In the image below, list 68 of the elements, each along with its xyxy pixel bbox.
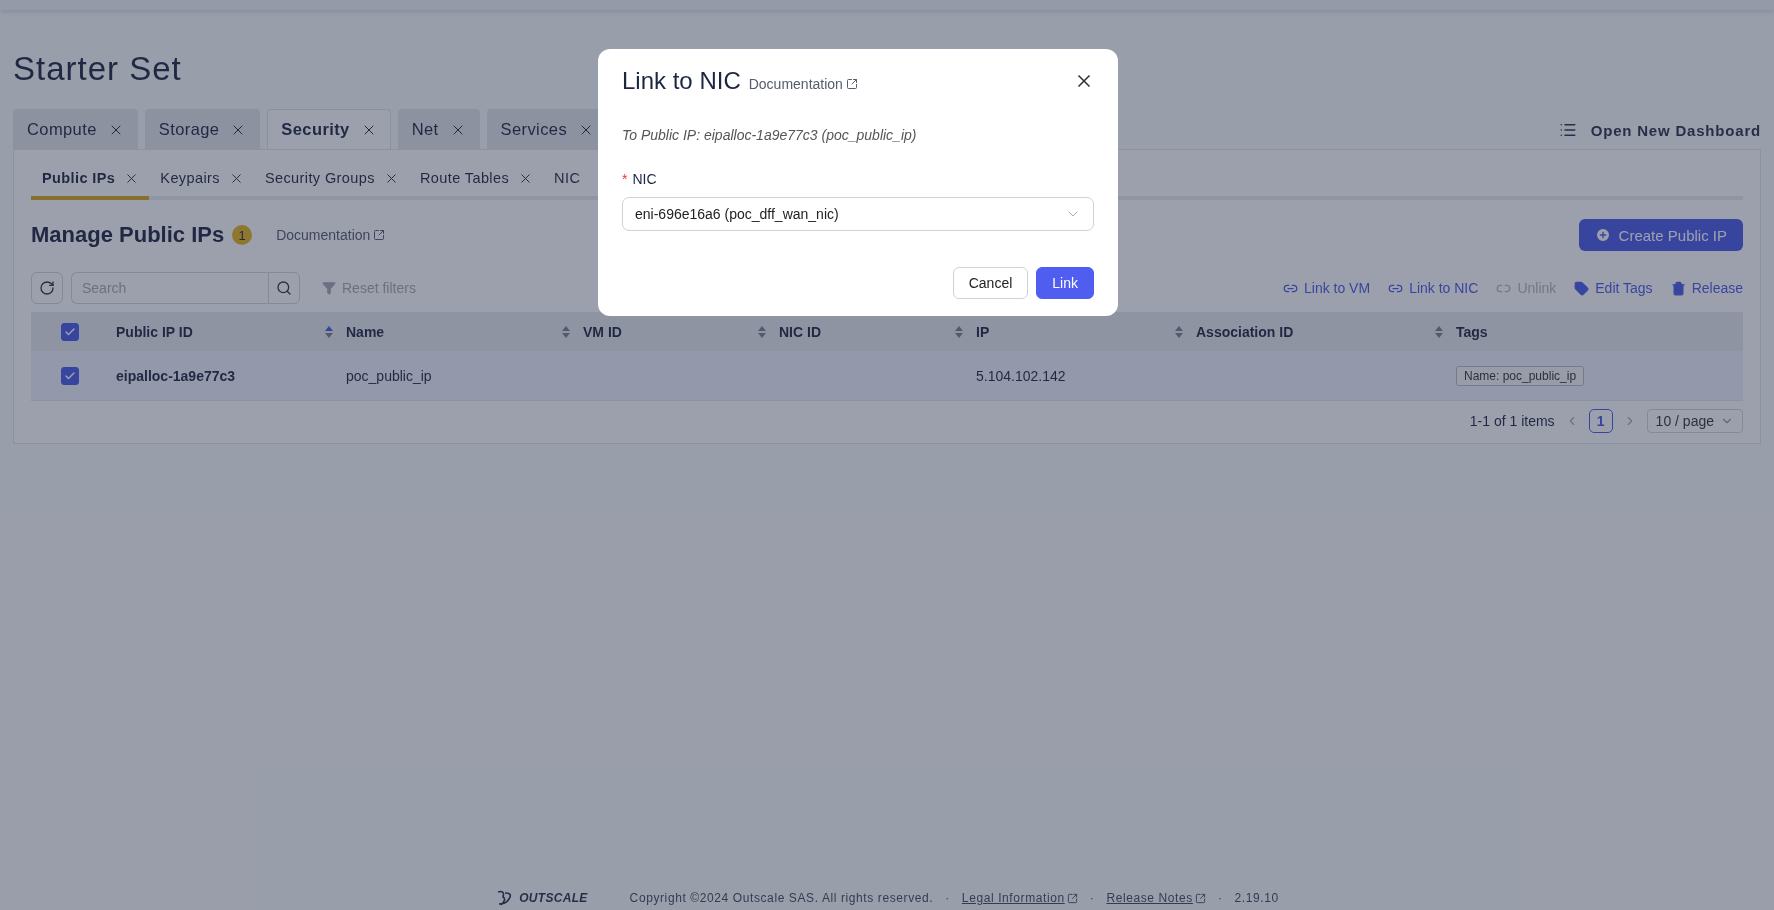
dashboard-tab[interactable]: Net xyxy=(397,109,480,149)
dashboard-tab[interactable]: Security xyxy=(267,109,391,149)
footer-text: Copyright ©2024 Outscale SAS. All rights reserved. xyxy=(629,891,934,905)
toolbar-action[interactable]: Release xyxy=(1670,280,1743,296)
trash-icon xyxy=(1670,280,1686,296)
refresh-button[interactable] xyxy=(31,272,63,304)
items-summary: 1-1 of 1 items xyxy=(1469,413,1555,429)
external-link-icon xyxy=(845,78,858,90)
column-header: IP xyxy=(976,323,991,340)
dashboard-tab[interactable]: Storage xyxy=(144,109,261,149)
field-label: NIC xyxy=(632,171,657,187)
separator-dot: · xyxy=(945,891,950,905)
separator-dot: · xyxy=(1089,891,1095,905)
tag-icon xyxy=(1574,280,1590,296)
search-icon xyxy=(276,280,292,296)
table-cell: eipalloc-1a9e77c3 xyxy=(116,367,236,384)
company-logo: OUTSCALE xyxy=(495,890,588,906)
dialog-title: Link to NIC xyxy=(622,67,741,95)
dashboard-tab[interactable]: Compute xyxy=(13,109,138,149)
resource-tab[interactable]: Security Groups xyxy=(253,164,409,200)
open-dashboard-button[interactable]: Open New Dashboard xyxy=(1558,121,1761,149)
list-icon xyxy=(1558,121,1577,139)
resource-tab[interactable]: NIC xyxy=(543,164,591,200)
documentation-link[interactable]: Documentation xyxy=(276,227,386,243)
column-header: Name xyxy=(346,323,386,340)
column-header: VM ID xyxy=(583,323,623,340)
column-header: NIC ID xyxy=(779,323,822,340)
toolbar-action[interactable]: Edit Tags xyxy=(1574,280,1653,296)
nic-select[interactable]: eni-696e16a6 (poc_dff_wan_nic) xyxy=(622,197,1094,231)
toolbar-action[interactable]: Link to VM xyxy=(1283,280,1371,296)
count-badge: 1 xyxy=(232,225,253,245)
documentation-link[interactable]: Documentation xyxy=(748,76,858,92)
tag-chip: Name: poc_public_ip xyxy=(1456,365,1585,386)
dialog-button[interactable]: Cancel xyxy=(952,267,1029,299)
page-size-select[interactable]: 10 / page xyxy=(1646,409,1743,433)
table-cell: poc_public_ip xyxy=(346,367,432,384)
toolbar-action[interactable]: Link to NIC xyxy=(1388,280,1479,296)
create-public-ip-button[interactable]: Create Public IP xyxy=(1578,219,1743,251)
column-header: Tags xyxy=(1456,323,1489,340)
resource-tab[interactable]: Keypairs xyxy=(149,164,254,200)
footer-link[interactable]: Release Notes xyxy=(1106,891,1206,905)
table-row[interactable]: eipalloc-1a9e77c3 poc_public_ip 5.104.102.142 Name: poc_public_ip xyxy=(31,351,1743,401)
resource-tab[interactable]: Route Tables xyxy=(408,164,544,200)
external-link-icon xyxy=(373,229,386,241)
row-checkbox[interactable] xyxy=(61,366,79,385)
column-header: Public IP ID xyxy=(116,323,194,340)
dialog-subtitle: To Public IP: eipalloc-1a9e77c3 (poc_public_ip) xyxy=(622,127,918,143)
check-icon xyxy=(64,369,76,382)
external-link-icon xyxy=(1066,892,1078,904)
column-header: Association ID xyxy=(1196,323,1295,340)
check-icon xyxy=(64,325,76,338)
footer-link[interactable]: Legal Information xyxy=(961,891,1078,905)
select-all-checkbox[interactable] xyxy=(61,322,79,341)
plus-icon xyxy=(1594,227,1611,243)
required-mark: * xyxy=(622,171,628,187)
dialog-button[interactable]: Link xyxy=(1036,267,1094,299)
external-link-icon xyxy=(1194,892,1206,904)
sort-icon[interactable] xyxy=(324,324,334,339)
page-number[interactable]: 1 xyxy=(1588,409,1613,433)
refresh-icon xyxy=(39,280,55,296)
section-title: Manage Public IPs xyxy=(31,222,225,248)
search-button[interactable] xyxy=(268,272,300,304)
separator-dot: · xyxy=(1217,891,1223,905)
table-cell: 5.104.102.142 xyxy=(976,367,1066,384)
funnel-icon xyxy=(322,281,336,295)
page-title: Starter Set xyxy=(13,50,182,88)
resource-tab[interactable]: Public IPs xyxy=(31,164,150,200)
footer-text: 2.19.10 xyxy=(1234,891,1279,905)
